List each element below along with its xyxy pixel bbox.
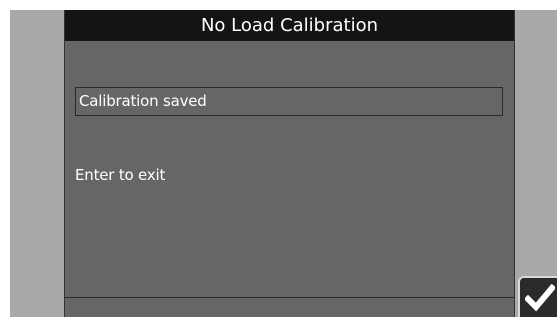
bottom-divider — [65, 297, 514, 298]
confirm-button[interactable] — [518, 276, 557, 317]
title-bar: No Load Calibration — [65, 10, 514, 41]
hint-text: Enter to exit — [75, 166, 166, 184]
checkmark-icon — [525, 284, 555, 312]
status-box: Calibration saved — [75, 87, 503, 116]
status-text: Calibration saved — [79, 92, 207, 110]
calibration-panel: No Load Calibration Calibration saved En… — [64, 10, 515, 317]
page-title: No Load Calibration — [200, 15, 379, 36]
